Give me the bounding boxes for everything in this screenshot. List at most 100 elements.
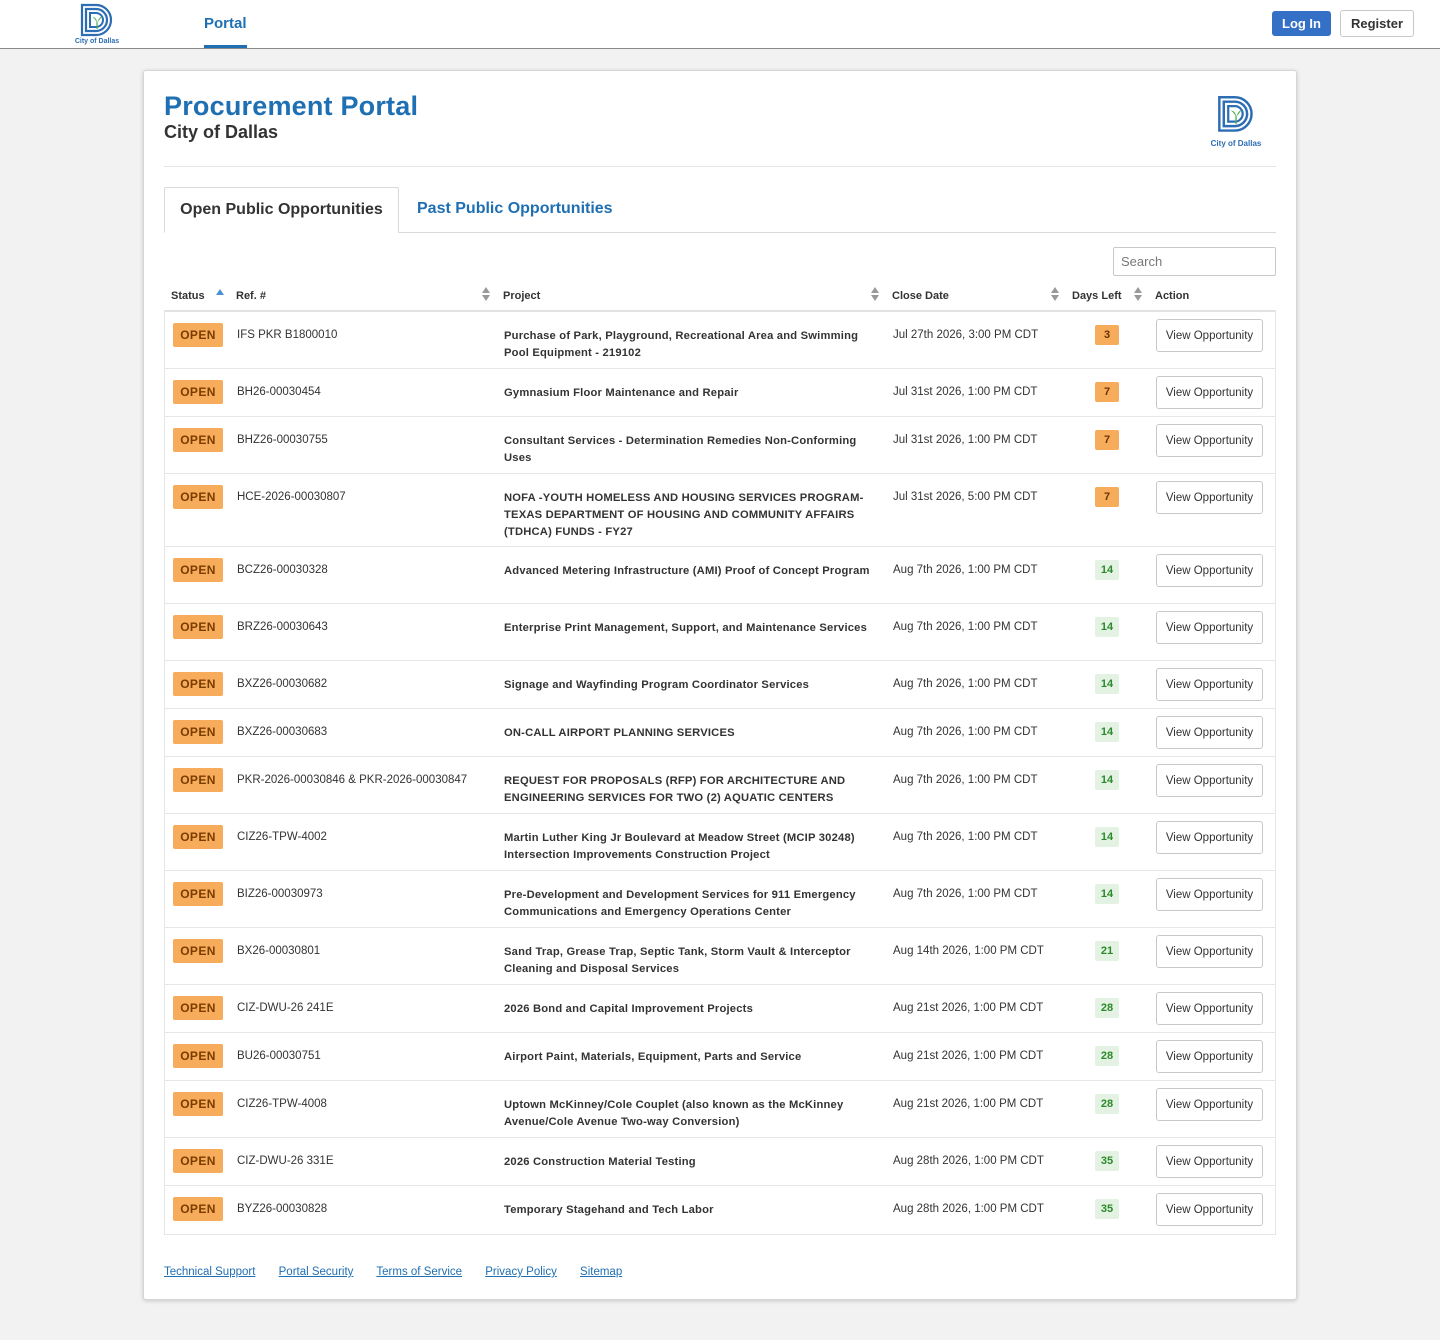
view-opportunity-button[interactable]: View Opportunity xyxy=(1156,878,1263,911)
status-badge: OPEN xyxy=(173,485,223,509)
status-badge: OPEN xyxy=(173,1044,223,1068)
table-row: OPEN BH26-00030454 Gymnasium Floor Mainten… xyxy=(165,369,1275,417)
project-name: Sand Trap, Grease Trap, Septic Tank, Sto… xyxy=(504,946,851,975)
footer-link-privacy-policy[interactable]: Privacy Policy xyxy=(485,1266,557,1278)
view-opportunity-button[interactable]: View Opportunity xyxy=(1156,935,1263,968)
page-subtitle: City of Dallas xyxy=(164,122,279,142)
sort-icon[interactable] xyxy=(871,286,879,302)
project-name: Gymnasium Floor Maintenance and Repair xyxy=(504,387,739,399)
table-row: OPEN BX26-00030801 Sand Trap, Grease Trap,… xyxy=(165,928,1275,985)
sort-ascending-icon[interactable] xyxy=(216,289,224,295)
view-opportunity-button[interactable]: View Opportunity xyxy=(1156,554,1263,587)
sort-icon[interactable] xyxy=(1051,286,1059,302)
ref-number: CIZ-DWU-26 331E xyxy=(237,1155,334,1167)
search-input[interactable] xyxy=(1113,247,1276,276)
days-left-badge: 7 xyxy=(1095,382,1119,402)
close-date: Aug 7th 2026, 1:00 PM CDT xyxy=(893,726,1038,738)
status-badge: OPEN xyxy=(173,996,223,1020)
project-name: Enterprise Print Management, Support, an… xyxy=(504,622,868,634)
footer-link-technical-support[interactable]: Technical Support xyxy=(164,1266,255,1278)
table-body: OPEN IFS PKR B1800010 Purchase of Park, Pl… xyxy=(164,312,1276,1235)
header-project[interactable]: Project xyxy=(503,290,540,302)
table-row: OPEN CIZ-DWU-26 331E 2026 Construction Mat… xyxy=(165,1138,1275,1186)
view-opportunity-button[interactable]: View Opportunity xyxy=(1156,764,1263,797)
days-left-badge: 14 xyxy=(1095,722,1119,742)
table-row: OPEN BYZ26-00030828 Temporary Stagehand an… xyxy=(165,1186,1275,1234)
ref-number: CIZ26-TPW-4002 xyxy=(237,831,327,843)
table-row: OPEN PKR-2026-00030846 & PKR-2026-0003084… xyxy=(165,757,1275,814)
close-date: Aug 7th 2026, 1:00 PM CDT xyxy=(893,774,1038,786)
view-opportunity-button[interactable]: View Opportunity xyxy=(1156,992,1263,1025)
header-ref[interactable]: Ref. # xyxy=(236,290,266,302)
close-date: Aug 28th 2026, 1:00 PM CDT xyxy=(893,1155,1044,1167)
footer-links: Technical Support Portal Security Terms … xyxy=(164,1266,642,1278)
project-name: 2026 Bond and Capital Improvement Projec… xyxy=(504,1003,753,1015)
days-left-badge: 14 xyxy=(1095,617,1119,637)
footer-link-terms-of-service[interactable]: Terms of Service xyxy=(376,1266,462,1278)
header-status[interactable]: Status xyxy=(171,290,205,302)
ref-number: BXZ26-00030682 xyxy=(237,678,328,690)
ref-number: BCZ26-00030328 xyxy=(237,564,328,576)
view-opportunity-button[interactable]: View Opportunity xyxy=(1156,611,1263,644)
header-close-date[interactable]: Close Date xyxy=(892,290,949,302)
close-date: Jul 27th 2026, 3:00 PM CDT xyxy=(893,329,1039,341)
project-name: NOFA -YOUTH HOMELESS AND HOUSING SERVICE… xyxy=(504,492,864,538)
days-left-badge: 14 xyxy=(1095,560,1119,580)
view-opportunity-button[interactable]: View Opportunity xyxy=(1156,424,1263,457)
status-badge: OPEN xyxy=(173,323,223,347)
days-left-badge: 35 xyxy=(1095,1151,1119,1171)
close-date: Jul 31st 2026, 1:00 PM CDT xyxy=(893,386,1038,398)
ref-number: BU26-00030751 xyxy=(237,1050,321,1062)
table-row: OPEN BU26-00030751 Airport Paint, Material… xyxy=(165,1033,1275,1081)
view-opportunity-button[interactable]: View Opportunity xyxy=(1156,1088,1263,1121)
opportunities-table: Status Ref. # Project Close Date Days Le… xyxy=(164,281,1276,1235)
table-header: Status Ref. # Project Close Date Days Le… xyxy=(164,281,1276,312)
view-opportunity-button[interactable]: View Opportunity xyxy=(1156,319,1263,352)
project-name: Consultant Services - Determination Reme… xyxy=(504,435,857,464)
register-button[interactable]: Register xyxy=(1340,10,1414,37)
ref-number: BIZ26-00030973 xyxy=(237,888,323,900)
project-name: REQUEST FOR PROPOSALS (RFP) FOR ARCHITEC… xyxy=(504,775,846,804)
view-opportunity-button[interactable]: View Opportunity xyxy=(1156,821,1263,854)
footer-link-sitemap[interactable]: Sitemap xyxy=(580,1266,622,1278)
login-button[interactable]: Log In xyxy=(1272,11,1331,36)
view-opportunity-button[interactable]: View Opportunity xyxy=(1156,376,1263,409)
tab-past-opportunities[interactable]: Past Public Opportunities xyxy=(417,187,613,233)
status-badge: OPEN xyxy=(173,615,223,639)
view-opportunity-button[interactable]: View Opportunity xyxy=(1156,668,1263,701)
days-left-badge: 14 xyxy=(1095,770,1119,790)
status-badge: OPEN xyxy=(173,882,223,906)
nav-portal-link[interactable]: Portal xyxy=(204,0,247,48)
page-title: Procurement Portal xyxy=(164,91,419,121)
view-opportunity-button[interactable]: View Opportunity xyxy=(1156,481,1263,514)
close-date: Jul 31st 2026, 1:00 PM CDT xyxy=(893,434,1038,446)
ref-number: BXZ26-00030683 xyxy=(237,726,328,738)
city-of-dallas-logo[interactable]: City of Dallas xyxy=(70,3,124,48)
days-left-badge: 35 xyxy=(1095,1199,1119,1219)
dallas-d-logo-icon xyxy=(1218,96,1253,132)
view-opportunity-button[interactable]: View Opportunity xyxy=(1156,716,1263,749)
status-badge: OPEN xyxy=(173,428,223,452)
sort-icon[interactable] xyxy=(1134,286,1142,302)
view-opportunity-button[interactable]: View Opportunity xyxy=(1156,1040,1263,1073)
days-left-badge: 3 xyxy=(1095,325,1119,345)
logo-caption: City of Dallas xyxy=(74,38,120,45)
header-days-left[interactable]: Days Left xyxy=(1072,290,1122,302)
view-opportunity-button[interactable]: View Opportunity xyxy=(1156,1145,1263,1178)
days-left-badge: 7 xyxy=(1095,487,1119,507)
table-row: OPEN IFS PKR B1800010 Purchase of Park, Pl… xyxy=(165,312,1275,369)
tab-open-opportunities[interactable]: Open Public Opportunities xyxy=(164,187,399,233)
footer-link-portal-security[interactable]: Portal Security xyxy=(279,1266,354,1278)
project-name: Uptown McKinney/Cole Couplet (also known… xyxy=(504,1099,844,1128)
close-date: Aug 14th 2026, 1:00 PM CDT xyxy=(893,945,1044,957)
days-left-badge: 28 xyxy=(1095,1046,1119,1066)
close-date: Aug 21st 2026, 1:00 PM CDT xyxy=(893,1050,1044,1062)
dallas-d-logo-icon xyxy=(80,3,113,37)
ref-number: BYZ26-00030828 xyxy=(237,1203,328,1215)
view-opportunity-button[interactable]: View Opportunity xyxy=(1156,1193,1263,1226)
sort-icon[interactable] xyxy=(482,286,490,302)
header-divider xyxy=(164,166,1276,167)
close-date: Aug 7th 2026, 1:00 PM CDT xyxy=(893,678,1038,690)
project-name: Martin Luther King Jr Boulevard at Meado… xyxy=(504,832,855,861)
status-badge: OPEN xyxy=(173,558,223,582)
